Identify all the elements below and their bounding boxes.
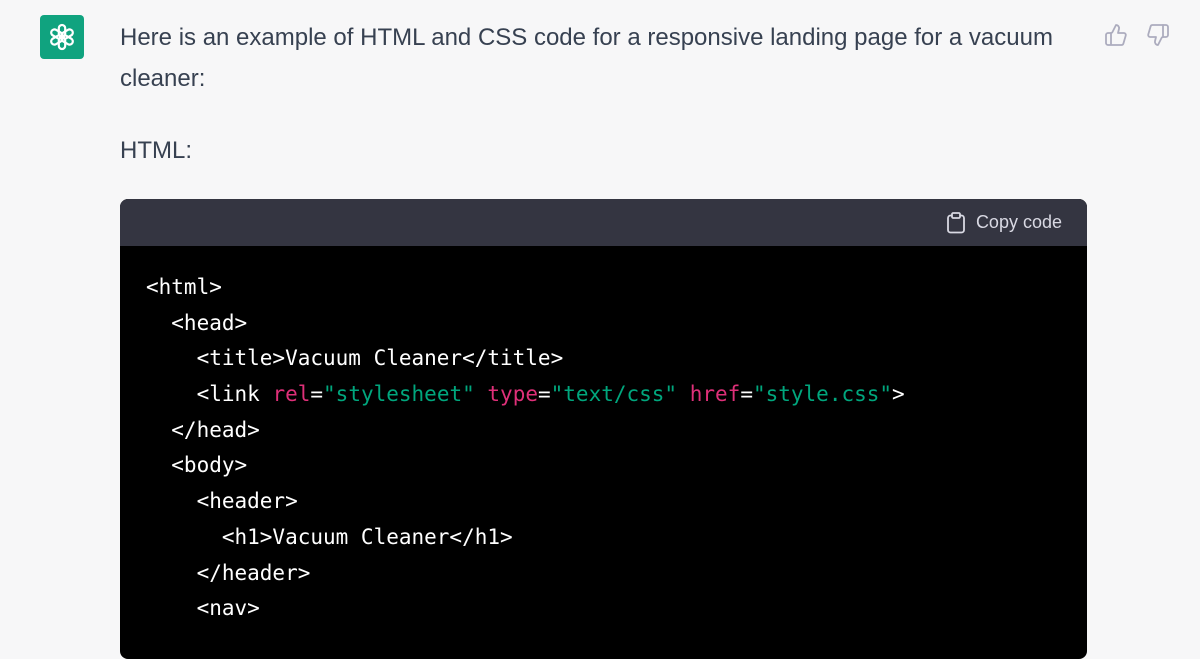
code-line: <html> [146,270,1087,306]
code-line: <header> [146,484,1087,520]
code-line: </header> [146,556,1087,592]
code-token-attr: rel [272,382,311,407]
code-block-header: Copy code [120,199,1087,246]
code-token-plain: <h1>Vacuum Cleaner</h1> [146,524,513,549]
code-token-plain: <header> [146,489,298,514]
code-token-plain: <html> [146,275,222,299]
code-token-plain: = [740,382,753,407]
copy-code-label: Copy code [975,212,1062,232]
code-line: <h1>Vacuum Cleaner</h1> [146,520,1087,556]
code-token-plain: <title>Vacuum Cleaner</title> [146,346,564,371]
code-token-plain: > [892,382,905,407]
code-token-plain: <link [146,382,273,407]
openai-logo-icon [50,23,74,51]
thumbs-up-button[interactable] [1103,22,1129,48]
assistant-avatar [40,15,84,59]
code-content: <html> <head> <title>Vacuum Cleaner</tit… [120,246,1087,627]
code-token-str: "stylesheet" [323,382,475,407]
code-line: <title>Vacuum Cleaner</title> [146,341,1087,377]
section-label: HTML: [120,137,192,164]
code-token-plain: <head> [146,310,248,335]
code-line: <link rel="stylesheet" type="text/css" h… [146,377,1087,413]
code-block: Copy code <html> <head> <title>Vacuum Cl… [120,199,1087,659]
code-line: <nav> [146,591,1087,627]
code-line: <body> [146,448,1087,484]
code-token-attr: type [487,382,538,407]
code-line: </head> [146,413,1087,449]
code-token-plain: </head> [146,417,260,442]
thumbs-up-icon [1105,24,1127,46]
clipboard-icon [946,211,966,234]
code-token-str: "text/css" [550,382,678,407]
code-token-plain: <nav> [146,596,260,621]
thumbs-down-button[interactable] [1145,22,1171,48]
code-token-plain: </header> [146,560,311,585]
message-intro: Here is an example of HTML and CSS code … [120,24,1053,92]
code-token-plain: = [537,382,551,407]
code-line: <head> [146,306,1087,342]
assistant-message: Here is an example of HTML and CSS code … [120,17,1095,164]
code-token-plain: = [310,382,324,407]
code-token-attr: href [689,382,741,407]
code-token-plain: <body> [146,453,248,478]
thumbs-down-icon [1147,24,1169,46]
code-token-str: "style.css" [752,382,893,407]
copy-code-button[interactable]: Copy code [946,211,1062,234]
